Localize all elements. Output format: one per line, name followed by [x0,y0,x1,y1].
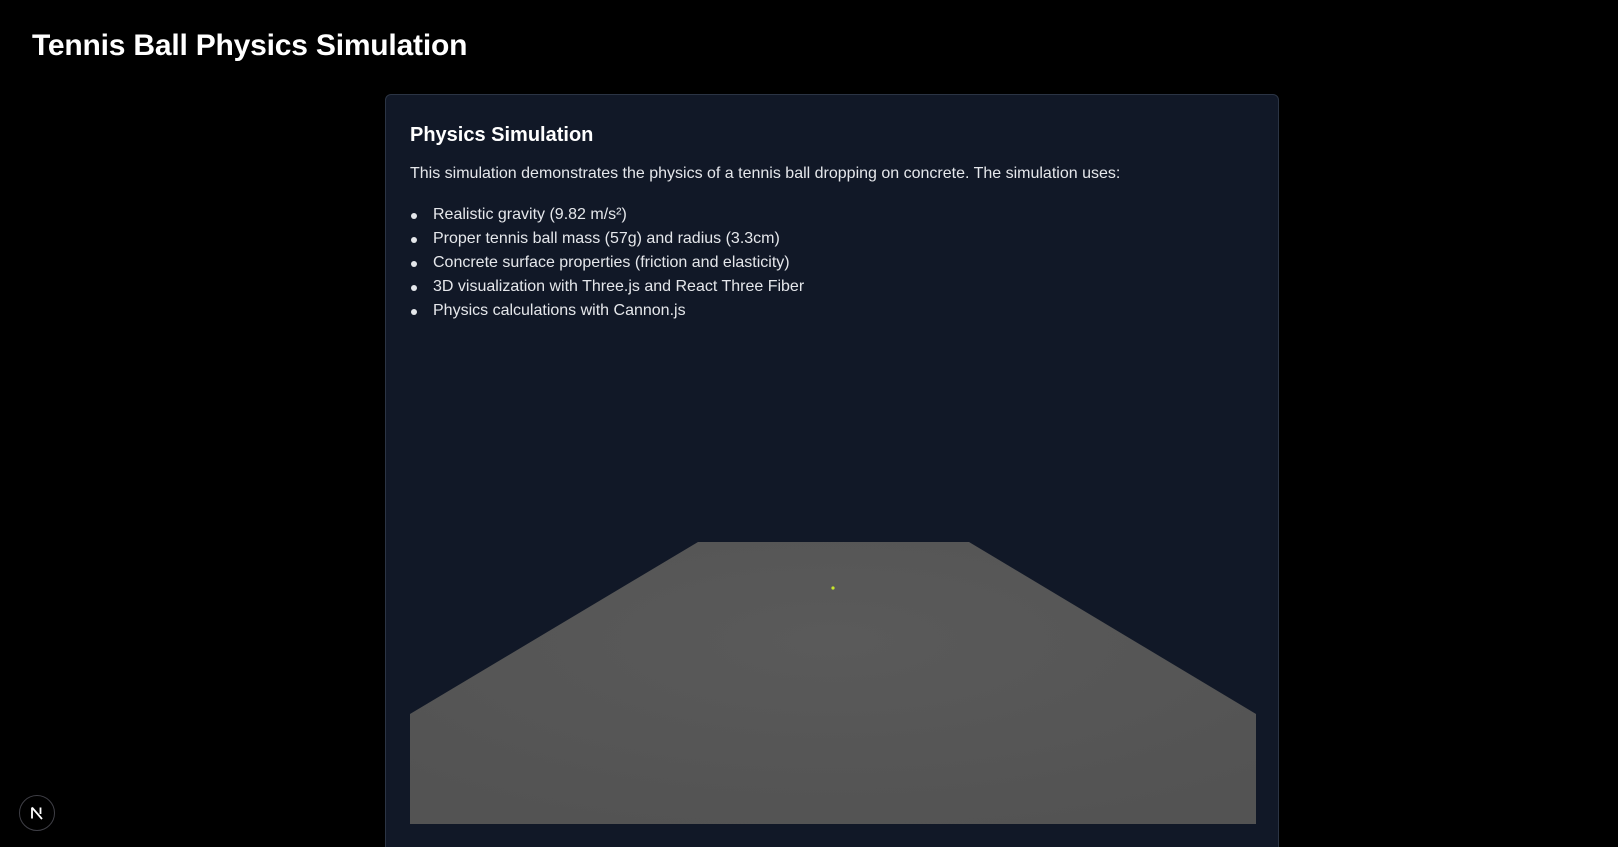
feature-text: Proper tennis ball mass (57g) and radius… [433,230,780,247]
list-item: Physics calculations with Cannon.js [410,299,804,323]
list-item: 3D visualization with Three.js and React… [410,275,804,299]
bullet-icon [411,213,417,219]
feature-list: Realistic gravity (9.82 m/s²) Proper ten… [410,203,804,323]
feature-text: Concrete surface properties (friction an… [433,254,790,271]
simulation-card: Physics Simulation This simulation demon… [385,94,1279,847]
concrete-ground [410,542,1256,824]
feature-text: 3D visualization with Three.js and React… [433,278,805,295]
feature-text: Physics calculations with Cannon.js [433,302,686,319]
bullet-icon [411,285,417,291]
list-item: Realistic gravity (9.82 m/s²) [410,203,804,227]
page: Tennis Ball Physics Simulation Physics S… [0,0,1618,847]
list-item: Concrete surface properties (friction an… [410,251,804,275]
feature-text: Realistic gravity (9.82 m/s²) [433,206,627,223]
nextjs-dev-badge[interactable] [19,795,55,831]
list-item: Proper tennis ball mass (57g) and radius… [410,227,804,251]
tennis-ball [831,586,835,590]
nextjs-logo-icon [31,806,43,820]
3d-canvas[interactable] [410,542,1256,824]
scene-svg [410,542,1256,824]
card-description: This simulation demonstrates the physics… [410,165,1121,182]
card-title: Physics Simulation [410,124,594,146]
bullet-icon [411,237,417,243]
page-title: Tennis Ball Physics Simulation [32,29,468,62]
bullet-icon [411,261,417,267]
bullet-icon [411,309,417,315]
